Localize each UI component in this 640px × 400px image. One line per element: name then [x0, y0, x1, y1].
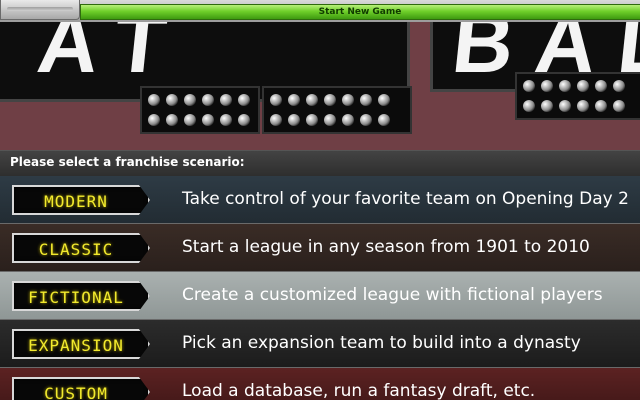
scoreboard-bulb — [270, 114, 282, 126]
scoreboard-bulb — [166, 114, 178, 126]
scenario-description-classic: Start a league in any season from 1901 t… — [182, 237, 590, 257]
scenario-description-fictional: Create a customized league with fictiona… — [182, 285, 603, 305]
scoreboard-bulb — [220, 114, 232, 126]
scoreboard-bulb — [360, 94, 372, 106]
scoreboard-bulb — [541, 100, 553, 112]
scoreboard-bulb — [595, 80, 607, 92]
title-bar: Start New Game — [0, 0, 640, 22]
scoreboard-bulb — [148, 114, 160, 126]
scoreboard-bulb — [342, 94, 354, 106]
scoreboard-bulb-row — [262, 86, 412, 134]
scoreboard-bulb — [324, 114, 336, 126]
scoreboard-bulb — [306, 114, 318, 126]
scoreboard-bulb — [342, 114, 354, 126]
scenario-prompt: Please select a franchise scenario: — [10, 155, 245, 169]
scoreboard-bulb — [324, 94, 336, 106]
scenario-label-custom: CUSTOM — [44, 384, 108, 400]
scoreboard-bulb — [595, 100, 607, 112]
scoreboard-bulb — [613, 100, 625, 112]
scoreboard-bulb — [306, 94, 318, 106]
scenario-label-modern: MODERN — [44, 192, 108, 211]
window-title: Start New Game — [318, 7, 402, 17]
scoreboard-bulb — [184, 94, 196, 106]
scoreboard-background: AT BAT BALL — [0, 22, 640, 150]
scoreboard-bulb — [238, 114, 250, 126]
scoreboard-bulb — [288, 114, 300, 126]
scenario-description-expansion: Pick an expansion team to build into a d… — [182, 333, 581, 353]
scenario-button-fictional[interactable]: FICTIONAL — [12, 281, 150, 311]
scoreboard-bulb — [238, 94, 250, 106]
scenario-description-custom: Load a database, run a fantasy draft, et… — [182, 381, 536, 400]
scenario-row-classic[interactable]: CLASSIC Start a league in any season fro… — [0, 224, 640, 272]
scenario-label-fictional: FICTIONAL — [28, 288, 124, 307]
scoreboard-bulb — [559, 100, 571, 112]
scoreboard-bulb — [270, 94, 282, 106]
scenario-list: MODERN Take control of your favorite tea… — [0, 176, 640, 400]
window-drag-handle[interactable] — [0, 0, 80, 20]
scoreboard-bulb — [288, 94, 300, 106]
scoreboard-bulb — [202, 94, 214, 106]
scoreboard-bulb — [577, 80, 589, 92]
scoreboard-bulb — [166, 94, 178, 106]
scoreboard-bulb — [220, 94, 232, 106]
scoreboard-bulb-row — [515, 72, 640, 120]
scenario-button-expansion[interactable]: EXPANSION — [12, 329, 150, 359]
scoreboard-bulb — [148, 94, 160, 106]
scenario-row-custom[interactable]: CUSTOM Load a database, run a fantasy dr… — [0, 368, 640, 400]
scoreboard-bulb — [541, 80, 553, 92]
scoreboard-bulb — [559, 80, 571, 92]
scenario-button-classic[interactable]: CLASSIC — [12, 233, 150, 263]
scoreboard-bulb — [202, 114, 214, 126]
scoreboard-bulb — [378, 94, 390, 106]
scoreboard-bulb — [378, 114, 390, 126]
scenario-label-expansion: EXPANSION — [28, 336, 124, 355]
scenario-label-classic: CLASSIC — [38, 240, 114, 259]
scoreboard-bulb — [523, 80, 535, 92]
scoreboard-bulb-row — [140, 86, 260, 134]
scenario-row-expansion[interactable]: EXPANSION Pick an expansion team to buil… — [0, 320, 640, 368]
scenario-row-fictional[interactable]: FICTIONAL Create a customized league wit… — [0, 272, 640, 320]
scenario-prompt-bar: Please select a franchise scenario: — [0, 150, 640, 176]
start-new-game-window: Start New Game AT BAT BALL — [0, 0, 640, 400]
scenario-button-custom[interactable]: CUSTOM — [12, 377, 150, 400]
scoreboard-bulb — [523, 100, 535, 112]
scoreboard-bulb — [577, 100, 589, 112]
scenario-row-modern[interactable]: MODERN Take control of your favorite tea… — [0, 176, 640, 224]
scoreboard-bulb — [613, 80, 625, 92]
scenario-description-modern: Take control of your favorite team on Op… — [182, 189, 629, 209]
scenario-button-modern[interactable]: MODERN — [12, 185, 150, 215]
scoreboard-bulb — [184, 114, 196, 126]
scoreboard-bulb — [360, 114, 372, 126]
